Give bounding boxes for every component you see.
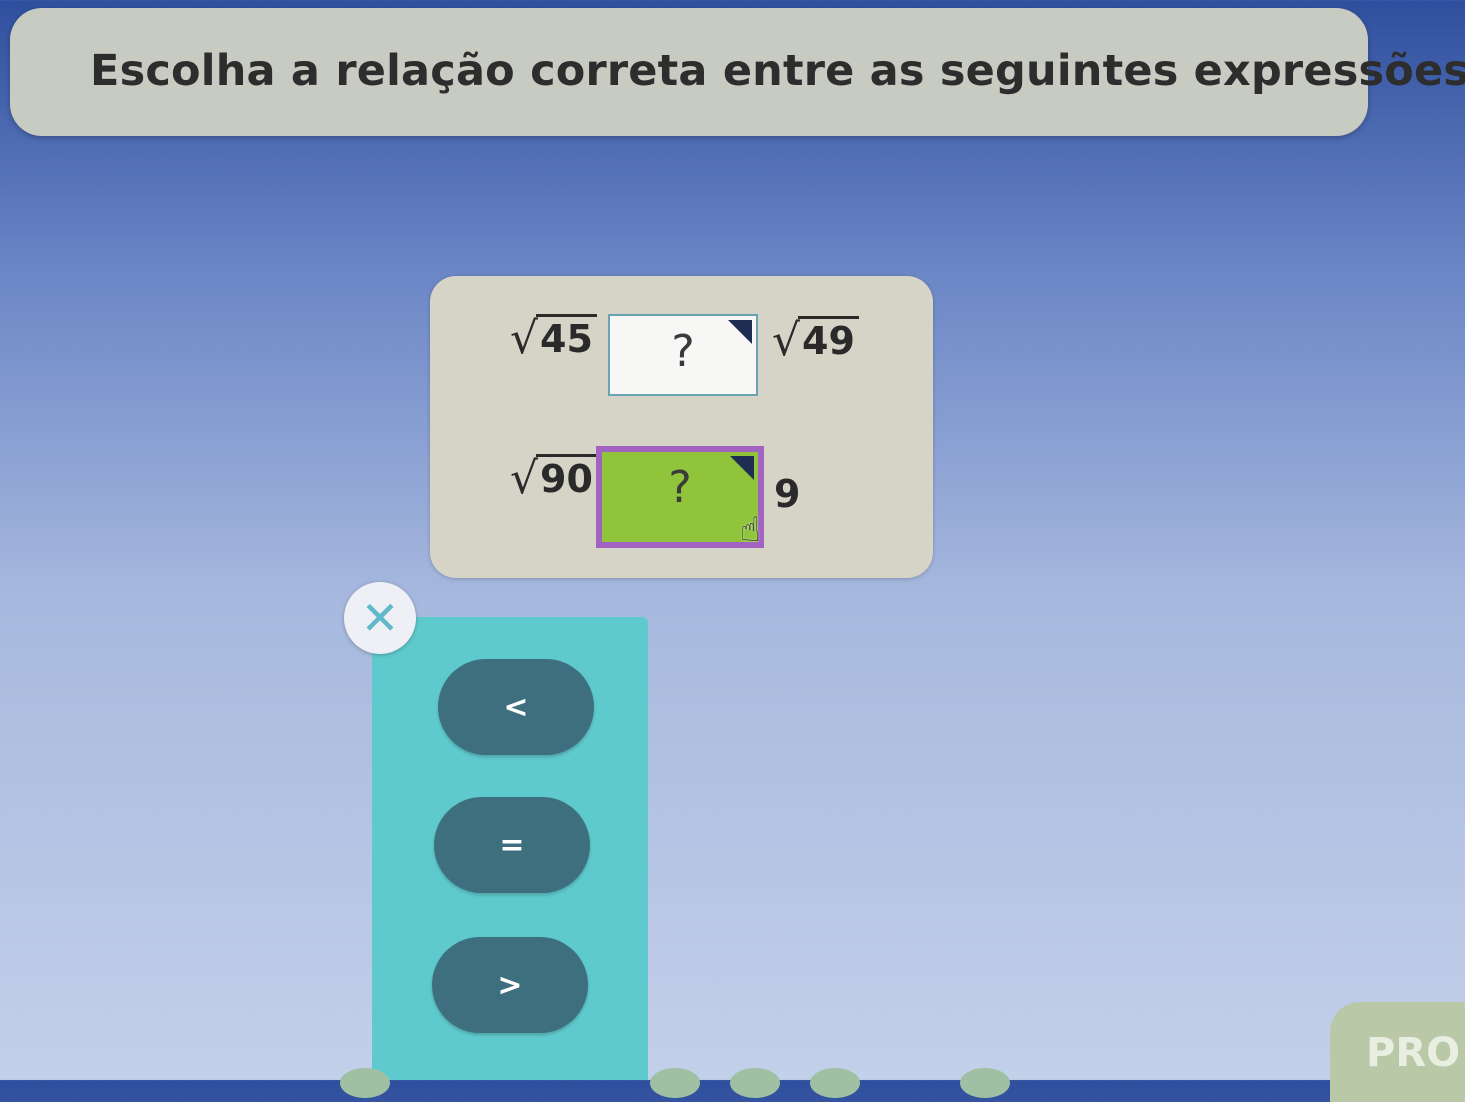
dropdown-corner-icon (730, 456, 754, 480)
relation-dropdown-1[interactable]: ? (608, 314, 758, 396)
progress-dot (650, 1068, 700, 1098)
progress-dots (340, 1068, 1060, 1098)
radicand: 49 (798, 316, 859, 363)
progress-dot (960, 1068, 1010, 1098)
next-button-label: PRO (1366, 1030, 1461, 1076)
instruction-text: Escolha a relação correta entre as segui… (90, 46, 1465, 96)
option-equal-button[interactable]: = (434, 797, 590, 893)
left-expression-1: √ 45 (510, 314, 597, 361)
radical-sign-icon: √ (510, 312, 539, 364)
radical-sign-icon: √ (510, 452, 539, 504)
option-greater-than-button[interactable]: > (432, 937, 588, 1033)
next-button[interactable]: PRO (1330, 1002, 1465, 1102)
hand-cursor-icon: ☝ (740, 510, 761, 550)
dropdown-corner-icon (728, 320, 752, 344)
option-less-than-button[interactable]: < (438, 659, 594, 755)
progress-dot (340, 1068, 390, 1098)
right-expression-2: 9 (774, 472, 801, 516)
problem-card: √ 45 ? √ 49 √ 90 ? 9 (430, 276, 933, 578)
progress-dot (810, 1068, 860, 1098)
radical-sign-icon: √ (772, 314, 801, 366)
right-expression-1: √ 49 (772, 316, 859, 363)
radicand: 90 (536, 454, 597, 501)
instruction-bar: Escolha a relação correta entre as segui… (10, 8, 1465, 136)
radicand: 45 (536, 314, 597, 361)
relation-options-panel: < = > (372, 617, 648, 1080)
progress-dot (730, 1068, 780, 1098)
relation-dropdown-2[interactable]: ? (596, 446, 764, 548)
left-expression-2: √ 90 (510, 454, 597, 501)
close-icon[interactable]: ✕ (344, 582, 416, 654)
